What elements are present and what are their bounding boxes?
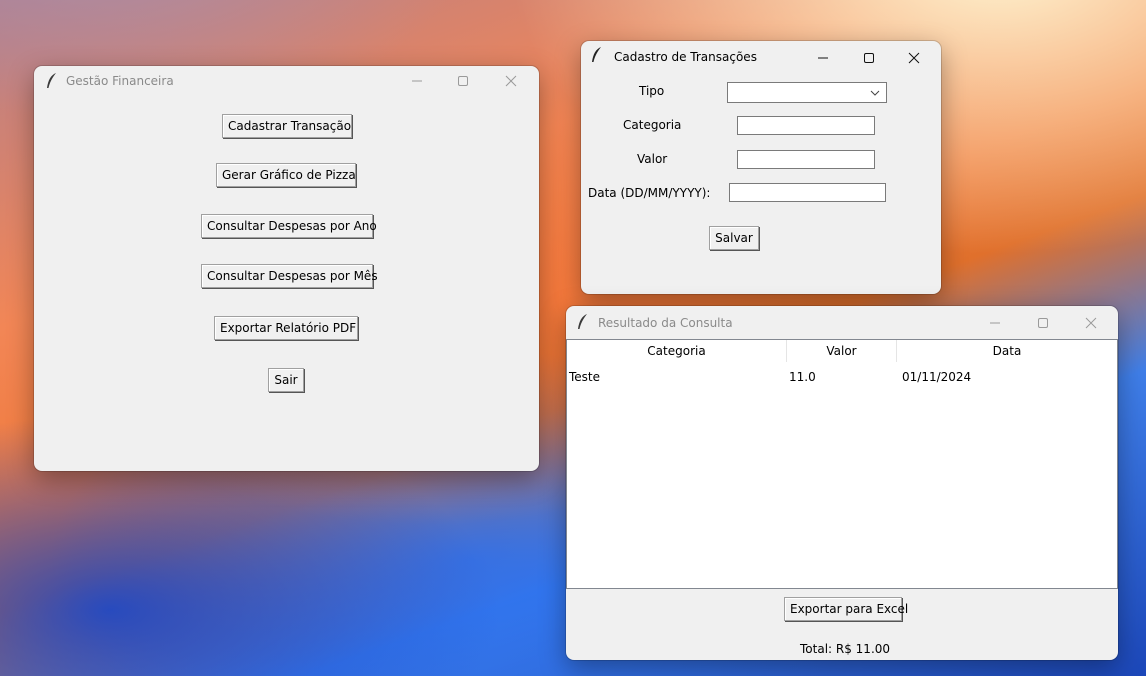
close-button[interactable]	[891, 43, 937, 73]
window-title: Gestão Financeira	[66, 74, 174, 88]
minimize-button[interactable]	[800, 43, 846, 73]
minimize-icon	[990, 322, 1000, 324]
cell-data: 01/11/2024	[902, 370, 972, 384]
tipo-label: Tipo	[639, 84, 665, 98]
resultado-table[interactable]: Categoria Valor Data Teste 11.0 01/11/20…	[566, 339, 1118, 589]
chevron-down-icon	[870, 90, 880, 96]
cadastro-window: Cadastro de Transações Tipo Categoria Va…	[581, 41, 941, 294]
gerar-grafico-button[interactable]: Gerar Gráfico de Pizza	[216, 163, 356, 187]
consultar-despesas-ano-button[interactable]: Consultar Despesas por Ano	[201, 214, 377, 238]
consultar-despesas-mes-button[interactable]: Consultar Despesas por Mês	[201, 264, 378, 288]
minimize-icon	[818, 57, 828, 59]
close-button[interactable]	[1068, 308, 1114, 338]
valor-field[interactable]	[737, 150, 875, 169]
data-label: Data (DD/MM/YYYY):	[588, 186, 711, 200]
categoria-label: Categoria	[623, 118, 682, 132]
maximize-icon	[864, 53, 874, 63]
cadastrar-transacao-button[interactable]: Cadastrar Transação	[222, 114, 352, 138]
maximize-button[interactable]	[1020, 308, 1066, 338]
minimize-button[interactable]	[394, 66, 440, 96]
main-window-titlebar[interactable]: Gestão Financeira	[34, 66, 539, 96]
close-icon	[908, 52, 920, 64]
maximize-icon	[458, 76, 468, 86]
feather-icon	[592, 47, 601, 62]
valor-label: Valor	[637, 152, 668, 166]
salvar-button[interactable]: Salvar	[709, 226, 759, 250]
feather-icon	[578, 314, 587, 329]
column-header-categoria[interactable]: Categoria	[567, 340, 787, 362]
cadastro-window-titlebar[interactable]: Cadastro de Transações	[581, 41, 941, 71]
maximize-button[interactable]	[440, 66, 486, 96]
close-icon	[1085, 317, 1097, 329]
feather-icon	[47, 73, 56, 88]
sair-button[interactable]: Sair	[268, 368, 304, 392]
cell-categoria: Teste	[569, 370, 601, 384]
maximize-button[interactable]	[846, 43, 892, 73]
total-label: Total: R$ 11.00	[800, 642, 891, 656]
cell-valor: 11.0	[789, 370, 816, 384]
resultado-window-titlebar[interactable]: Resultado da Consulta	[566, 306, 1118, 336]
minimize-button[interactable]	[972, 308, 1018, 338]
table-row[interactable]: Teste 11.0 01/11/2024	[567, 368, 1115, 388]
tipo-combobox[interactable]	[727, 82, 887, 103]
close-button[interactable]	[488, 66, 534, 96]
exportar-excel-button[interactable]: Exportar para Excel	[784, 597, 908, 621]
window-title: Resultado da Consulta	[598, 316, 733, 330]
data-field[interactable]	[729, 183, 886, 202]
window-title: Cadastro de Transações	[614, 50, 757, 64]
main-window: Gestão Financeira Cadastrar Transação Ge…	[34, 66, 539, 471]
resultado-window: Resultado da Consulta Categoria Valor Da…	[566, 306, 1118, 660]
maximize-icon	[1038, 318, 1048, 328]
minimize-icon	[412, 80, 422, 82]
column-header-valor[interactable]: Valor	[787, 340, 897, 362]
exportar-relatorio-pdf-button[interactable]: Exportar Relatório PDF	[214, 316, 358, 340]
categoria-field[interactable]	[737, 116, 875, 135]
column-header-data[interactable]: Data	[897, 340, 1117, 362]
close-icon	[505, 75, 517, 87]
